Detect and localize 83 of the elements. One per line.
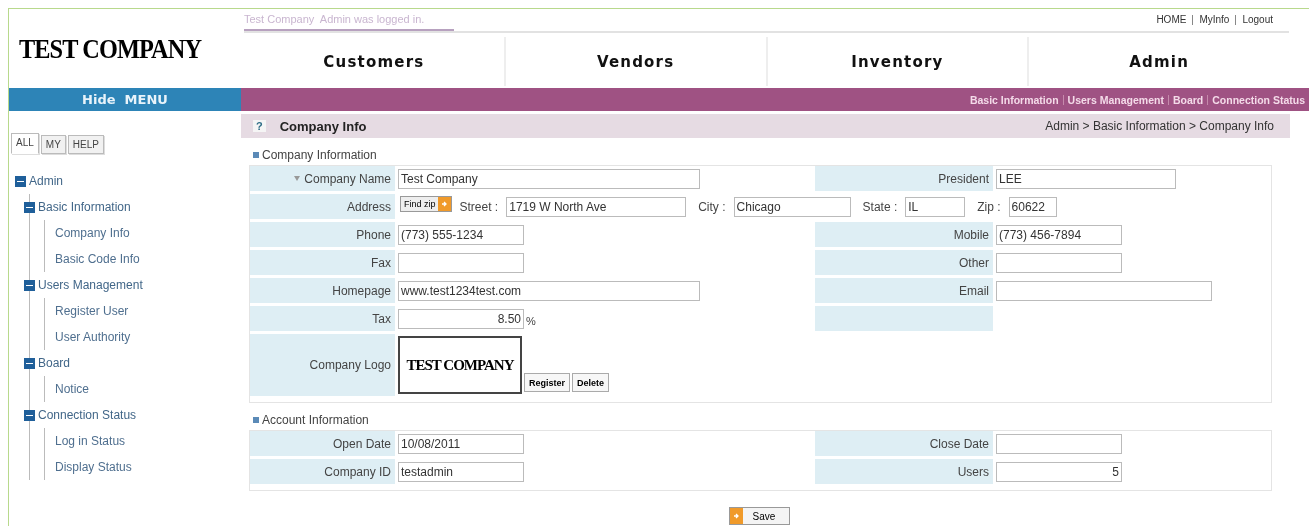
- field-label: Users: [957, 464, 989, 479]
- save-button[interactable]: Save: [728, 507, 791, 525]
- sidebar-tab[interactable]: MY: [40, 135, 66, 154]
- input-field[interactable]: (773) 555-1234: [398, 224, 524, 245]
- input-field[interactable]: Chicago: [733, 196, 851, 217]
- submenu-link[interactable]: Connection Status: [1207, 94, 1309, 105]
- field-label: Open Date: [332, 436, 391, 451]
- tree-item[interactable]: Display Status: [55, 460, 132, 474]
- top-link[interactable]: Logout: [1235, 15, 1279, 25]
- input-field[interactable]: 8.50: [398, 308, 524, 329]
- field-label: Close Date: [929, 436, 989, 451]
- tree-item[interactable]: Company Info: [55, 226, 130, 240]
- field-label: Homepage: [332, 283, 391, 298]
- hide-menu-link[interactable]: Hide MENU: [82, 92, 168, 107]
- field-label: State :: [862, 199, 898, 214]
- tree-item[interactable]: Basic Code Info: [55, 252, 140, 266]
- field-label: Address: [346, 199, 391, 214]
- collapse-icon[interactable]: [24, 201, 35, 213]
- input-field[interactable]: 5: [996, 461, 1122, 482]
- top-link[interactable]: MyInfo: [1192, 15, 1236, 25]
- bullet-icon: [253, 417, 259, 423]
- tree-item[interactable]: Notice: [55, 382, 89, 396]
- input-field[interactable]: testadmin: [398, 461, 524, 482]
- tree-item[interactable]: Log in Status: [55, 434, 126, 448]
- collapse-icon[interactable]: [15, 175, 26, 187]
- tree-folder[interactable]: Basic Information: [38, 200, 131, 214]
- input-field[interactable]: 60622: [1008, 196, 1057, 217]
- input-field[interactable]: [996, 433, 1122, 454]
- tree-folder[interactable]: Admin: [29, 174, 63, 188]
- field-label: Zip :: [977, 199, 1001, 214]
- input-field[interactable]: LEE: [996, 168, 1176, 189]
- nav-tab[interactable]: Inventory: [767, 37, 1030, 86]
- find-zip-button[interactable]: Find zip: [400, 195, 452, 212]
- submenu-link[interactable]: Users Management: [1062, 94, 1168, 105]
- bullet-icon: [253, 152, 259, 158]
- field-label: Email: [959, 283, 989, 298]
- tree-item[interactable]: User Authority: [55, 330, 131, 344]
- input-field[interactable]: [996, 280, 1212, 301]
- tree-folder[interactable]: Board: [38, 356, 71, 370]
- field-label: Other: [959, 255, 989, 270]
- collapse-icon[interactable]: [24, 357, 35, 369]
- nav-tab[interactable]: Customers: [244, 37, 506, 86]
- input-field[interactable]: IL: [905, 196, 966, 217]
- section-title: Company Information: [262, 148, 377, 162]
- section-title: Account Information: [262, 413, 369, 427]
- input-field[interactable]: Test Company: [398, 168, 700, 189]
- unit-label: %: [526, 314, 536, 327]
- field-label: Company Name: [304, 171, 391, 186]
- input-field[interactable]: 10/08/2011: [398, 433, 524, 454]
- logo-action-button[interactable]: Register: [524, 373, 570, 392]
- top-link[interactable]: HOME: [1150, 15, 1193, 25]
- collapse-icon[interactable]: [24, 279, 35, 291]
- company-logo[interactable]: TEST COMPANY: [19, 34, 202, 65]
- breadcrumb: Admin > Basic Information > Company Info: [1045, 119, 1274, 133]
- field-label: Tax: [372, 311, 391, 326]
- field-label: President: [938, 171, 989, 186]
- field-label: Company Logo: [309, 358, 391, 372]
- nav-tab[interactable]: Vendors: [505, 37, 768, 86]
- input-field[interactable]: (773) 456-7894: [996, 224, 1122, 245]
- page-title: Company Info: [279, 118, 367, 134]
- submenu-link[interactable]: Board: [1167, 94, 1208, 105]
- field-label: Street :: [459, 199, 499, 214]
- tree-item[interactable]: Register User: [55, 304, 129, 318]
- help-icon[interactable]: ?: [253, 120, 266, 132]
- sidebar-tab[interactable]: HELP: [67, 135, 104, 154]
- field-label: Company ID: [324, 464, 391, 479]
- nav-tab[interactable]: Admin: [1029, 37, 1289, 86]
- tree-folder[interactable]: Users Management: [38, 278, 143, 292]
- tree-folder[interactable]: Connection Status: [38, 408, 137, 422]
- field-label: Mobile: [953, 227, 989, 242]
- logo-image: TEST COMPANY: [398, 336, 522, 394]
- input-field[interactable]: www.test1234test.com: [398, 280, 700, 301]
- logo-action-button[interactable]: Delete: [572, 373, 610, 392]
- field-label: Phone: [356, 227, 391, 242]
- input-field[interactable]: [996, 252, 1122, 273]
- input-field[interactable]: 1719 W North Ave: [506, 196, 687, 217]
- field-label: Fax: [371, 255, 391, 270]
- collapse-icon[interactable]: [24, 409, 35, 421]
- submenu-link[interactable]: Basic Information: [965, 94, 1063, 105]
- input-field[interactable]: [398, 252, 524, 273]
- field-label: City :: [698, 199, 726, 214]
- sidebar-tab[interactable]: ALL: [11, 133, 39, 154]
- login-status-text: Test Company Admin was logged in.: [244, 12, 455, 31]
